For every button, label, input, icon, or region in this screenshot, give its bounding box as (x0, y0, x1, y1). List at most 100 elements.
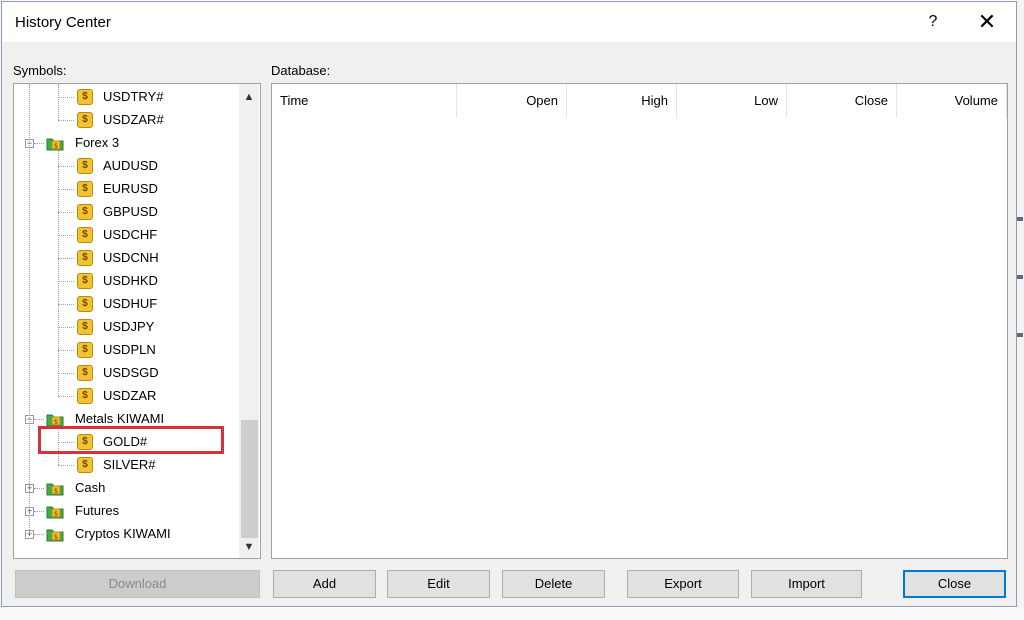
tree-guide-line (29, 84, 30, 534)
tree-item-label: EURUSD (103, 181, 158, 196)
tree-connector (58, 97, 74, 98)
tree-guide-line (58, 151, 59, 396)
symbols-tree[interactable]: $ USDTRY# $ USDZAR# − $ Forex 3 $ AUDUSD $ EURUSD $… (13, 83, 261, 559)
tree-item-label: USDHUF (103, 296, 158, 311)
edit-button[interactable]: Edit (387, 570, 490, 598)
tree-item-label: AUDUSD (103, 158, 158, 173)
scroll-up-arrow[interactable]: ▲ (239, 88, 259, 106)
tree-symbol-item[interactable]: $ USDHUF (14, 293, 240, 315)
add-button[interactable]: Add (273, 570, 376, 598)
tree-symbol-item[interactable]: $ USDSGD (14, 362, 240, 384)
dollar-coin-icon: $ (77, 273, 93, 289)
folder-green-icon: $ (46, 414, 64, 427)
tree-symbol-item[interactable]: $ USDTRY# (14, 86, 240, 108)
tree-symbol-item[interactable]: $ SILVER# (14, 454, 240, 476)
tree-group-item[interactable]: + $ Cryptos KIWAMI (14, 523, 240, 545)
dollar-coin-icon: $ (77, 319, 93, 335)
svg-text:$: $ (54, 533, 58, 541)
dollar-coin-icon: $ (77, 112, 93, 128)
tree-item-label: SILVER# (103, 457, 156, 472)
dollar-coin-icon: $ (77, 250, 93, 266)
tree-guide-line (58, 84, 59, 120)
tree-scroll-thumb[interactable] (241, 420, 258, 538)
column-header-high[interactable]: High (567, 84, 677, 118)
tree-symbol-item[interactable]: $ USDZAR# (14, 109, 240, 131)
tree-item-label: USDZAR (103, 388, 157, 403)
tree-item-label: USDCHF (103, 227, 158, 242)
export-button[interactable]: Export (627, 570, 739, 598)
column-header-close[interactable]: Close (787, 84, 897, 118)
tree-symbol-item[interactable]: $ AUDUSD (14, 155, 240, 177)
column-header-low[interactable]: Low (677, 84, 787, 118)
dollar-coin-icon: $ (77, 457, 93, 473)
tree-symbol-item[interactable]: $ EURUSD (14, 178, 240, 200)
tree-connector (34, 534, 44, 535)
close-window-button[interactable]: ✕ (964, 2, 1010, 42)
tree-connector (58, 235, 74, 236)
tree-item-label: Forex 3 (75, 135, 120, 150)
tree-connector (58, 120, 74, 121)
download-button[interactable]: Download (15, 570, 260, 598)
close-button[interactable]: Close (903, 570, 1006, 598)
dollar-coin-icon: $ (77, 342, 93, 358)
dollar-coin-icon: $ (77, 158, 93, 174)
tree-item-label: GBPUSD (103, 204, 158, 219)
tree-symbol-item[interactable]: $ USDJPY (14, 316, 240, 338)
tree-connector (58, 281, 74, 282)
tree-symbol-item[interactable]: $ USDCNH (14, 247, 240, 269)
tree-item-label: Futures (75, 503, 120, 518)
background-marker (1017, 333, 1023, 337)
help-button[interactable]: ? (910, 2, 956, 42)
tree-connector (58, 304, 74, 305)
tree-item-label: Cash (75, 480, 106, 495)
tree-symbol-item[interactable]: $ USDHKD (14, 270, 240, 292)
tree-symbol-item[interactable]: $ USDPLN (14, 339, 240, 361)
dollar-coin-icon: $ (77, 296, 93, 312)
window-title: History Center (15, 14, 111, 31)
tree-item-label: USDPLN (103, 342, 156, 357)
import-button[interactable]: Import (751, 570, 862, 598)
column-header-open[interactable]: Open (457, 84, 567, 118)
tree-item-label: USDZAR# (103, 112, 164, 127)
tree-item-label: USDTRY# (103, 89, 164, 104)
tree-group-item[interactable]: + $ Futures (14, 500, 240, 522)
tree-symbol-item[interactable]: $ GBPUSD (14, 201, 240, 223)
tree-connector (58, 396, 74, 397)
dollar-coin-icon: $ (77, 89, 93, 105)
folder-green-icon: $ (46, 506, 64, 519)
tree-item-label: USDHKD (103, 273, 158, 288)
gold-highlight-box (38, 426, 224, 454)
dollar-coin-icon: $ (77, 181, 93, 197)
svg-text:$: $ (54, 510, 58, 518)
column-header-time[interactable]: Time (272, 84, 457, 118)
tree-connector (58, 166, 74, 167)
tree-connector (58, 189, 74, 190)
folder-green-icon: $ (46, 138, 64, 151)
tree-connector (58, 258, 74, 259)
delete-button[interactable]: Delete (502, 570, 605, 598)
tree-item-label: Cryptos KIWAMI (75, 526, 171, 541)
symbols-label: Symbols: (13, 63, 67, 78)
tree-connector (34, 488, 44, 489)
database-label: Database: (271, 63, 331, 78)
folder-green-icon: $ (46, 529, 64, 542)
tree-item-label: USDSGD (103, 365, 159, 380)
column-header-volume[interactable]: Volume (897, 84, 1007, 118)
dollar-coin-icon: $ (77, 388, 93, 404)
tree-connector (58, 465, 74, 466)
tree-symbol-item[interactable]: $ USDZAR (14, 385, 240, 407)
tree-connector (58, 373, 74, 374)
dollar-coin-icon: $ (77, 204, 93, 220)
tree-group-item[interactable]: + $ Cash (14, 477, 240, 499)
tree-group-item[interactable]: − $ Forex 3 (14, 132, 240, 154)
dollar-coin-icon: $ (77, 365, 93, 381)
database-table[interactable]: Time Open High Low Close Volume (271, 83, 1008, 559)
background-marker (1017, 217, 1023, 221)
svg-text:$: $ (54, 142, 58, 150)
title-bar: History Center ? ✕ (2, 2, 1016, 42)
background-marker (1017, 275, 1023, 279)
scroll-down-arrow[interactable]: ▼ (239, 538, 259, 556)
tree-symbol-item[interactable]: $ USDCHF (14, 224, 240, 246)
tree-item-label: USDJPY (103, 319, 155, 334)
folder-green-icon: $ (46, 483, 64, 496)
